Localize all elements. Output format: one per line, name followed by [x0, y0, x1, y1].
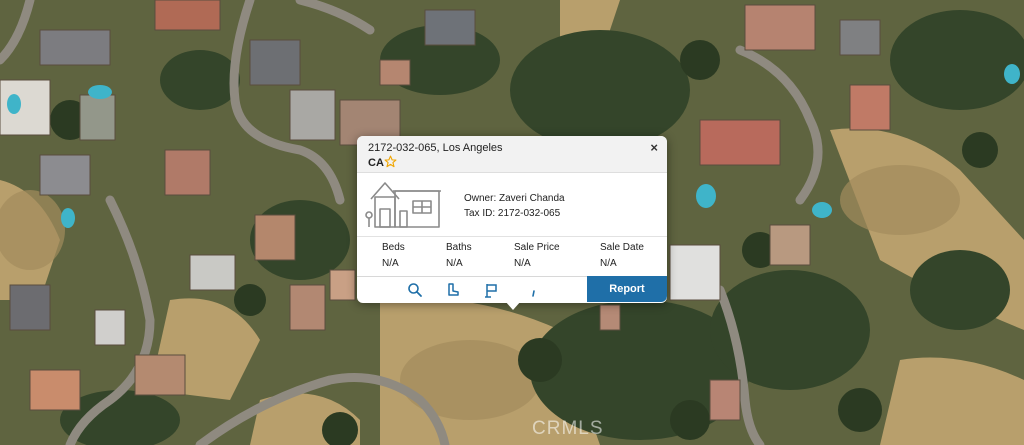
stat-value-sale-price: N/A [514, 258, 531, 269]
stat-label-baths: Baths [446, 242, 472, 253]
stat-value-sale-date: N/A [600, 258, 617, 269]
report-button[interactable]: Report [587, 276, 667, 302]
owner-value: Zaveri Chanda [499, 193, 565, 204]
address-line-1: 2172-032-065, Los Angeles [368, 142, 503, 154]
taxid-value: 2172-032-065 [497, 208, 561, 219]
stat-label-beds: Beds [382, 242, 405, 253]
stat-label-sale-price: Sale Price [514, 242, 560, 253]
taxid-label: Tax ID: [464, 208, 496, 219]
stat-value-baths: N/A [446, 258, 463, 269]
flag-icon[interactable] [483, 282, 499, 298]
popup-header: 2172-032-065, Los Angeles CA × [357, 136, 667, 173]
search-icon[interactable] [407, 282, 423, 298]
watermark: CRMLS [532, 418, 604, 439]
owner-label: Owner: [464, 193, 497, 204]
stat-label-sale-date: Sale Date [600, 242, 644, 253]
close-icon[interactable]: × [650, 141, 658, 154]
owner-row: Owner: Zaveri Chanda [464, 193, 565, 204]
popup-pointer [505, 301, 521, 310]
star-icon[interactable] [384, 155, 397, 168]
stat-value-beds: N/A [382, 258, 399, 269]
address-line-2: CA [368, 157, 384, 169]
taxid-row: Tax ID: 2172-032-065 [464, 208, 560, 219]
house-icon [365, 182, 441, 228]
boot-icon[interactable] [445, 282, 461, 298]
measure-icon[interactable] [527, 282, 543, 298]
parcel-popup: 2172-032-065, Los Angeles CA × Owner: Za… [357, 136, 667, 310]
stats-divider [357, 236, 667, 237]
